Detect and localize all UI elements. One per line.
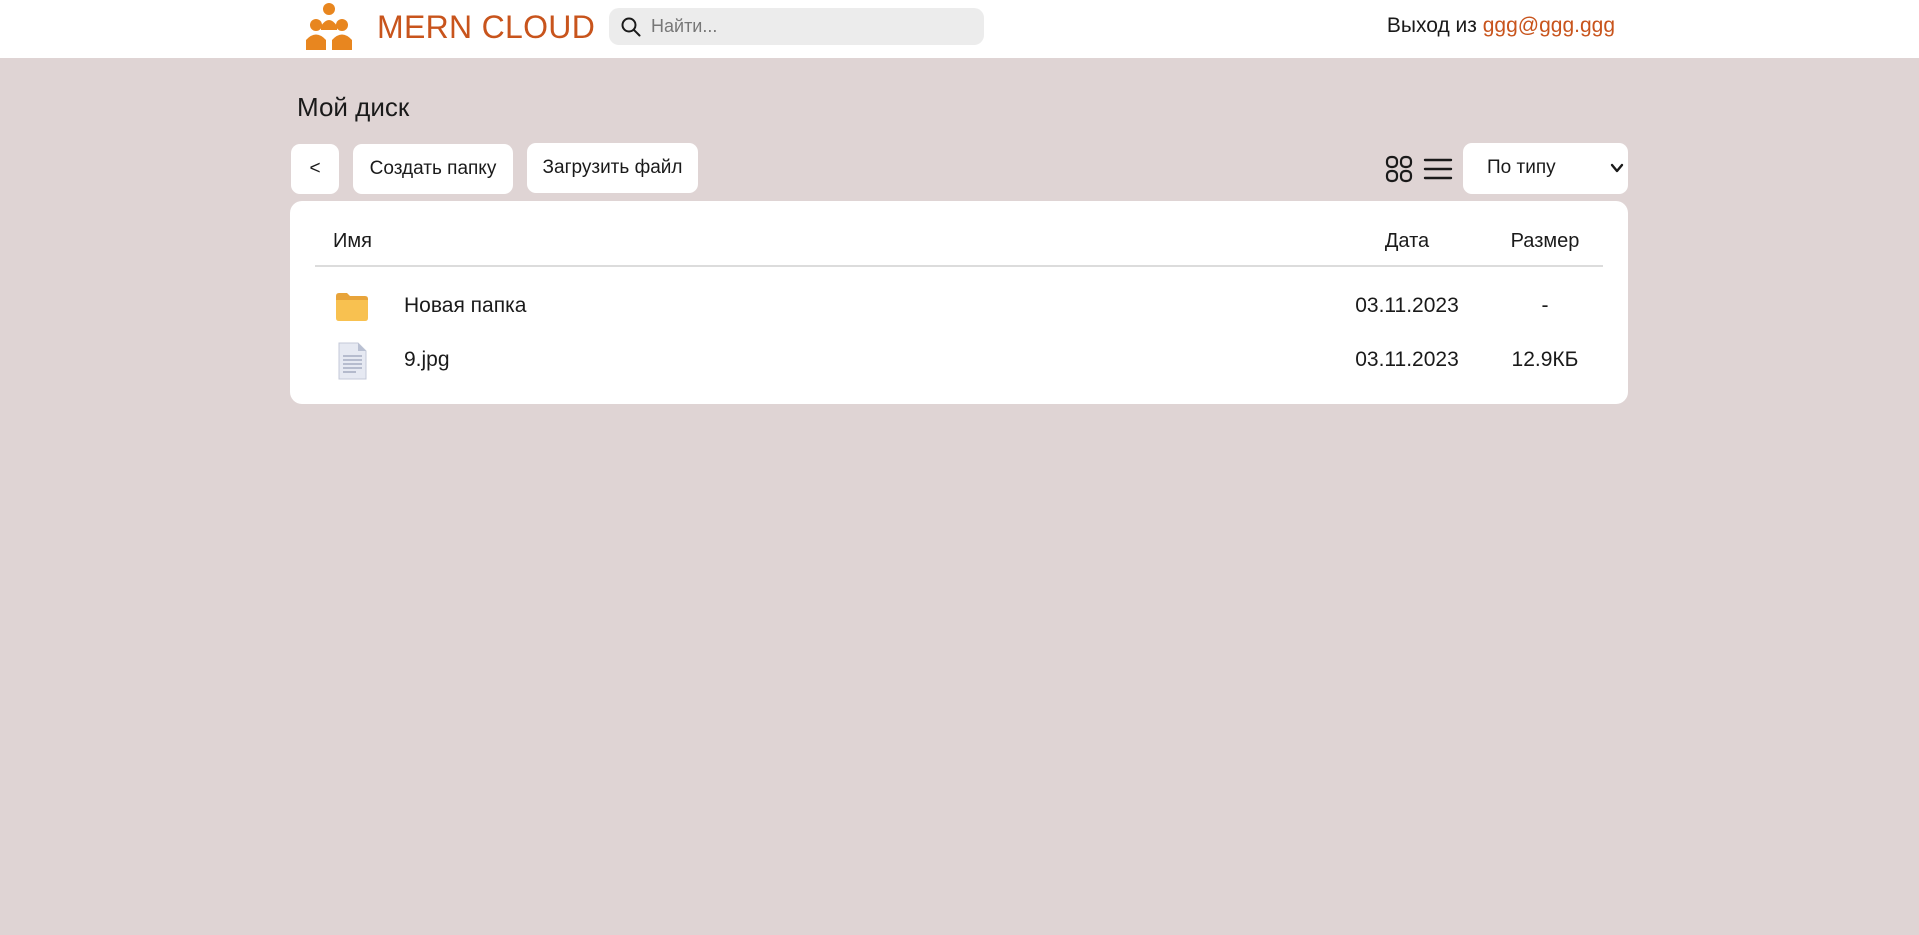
app-title[interactable]: MERN CLOUD xyxy=(377,9,595,46)
list-view-icon[interactable] xyxy=(1423,155,1453,183)
column-header-date: Дата xyxy=(1384,230,1430,252)
back-button[interactable]: < xyxy=(291,144,339,194)
column-header-size: Размер xyxy=(1510,230,1580,252)
folder-icon xyxy=(336,293,368,321)
logout-label: Выход из xyxy=(1386,14,1477,37)
file-list-header: Имя Дата Размер xyxy=(315,223,1603,267)
chevron-down-icon xyxy=(1610,163,1624,173)
search-input[interactable] xyxy=(651,8,971,45)
grid-view-icon[interactable] xyxy=(1384,154,1414,184)
file-date: 03.11.2023 xyxy=(1355,294,1459,317)
logo-icon[interactable] xyxy=(304,2,354,52)
file-icon xyxy=(338,342,367,380)
search-box[interactable] xyxy=(609,8,984,45)
file-list-panel: Имя Дата Размер Новая папка 03.11.2023 -… xyxy=(290,201,1628,404)
file-size: 12.9КБ xyxy=(1511,348,1579,371)
file-row[interactable]: Новая папка 03.11.2023 - xyxy=(315,278,1603,332)
user-email[interactable]: ggg@ggg.ggg xyxy=(1483,14,1615,37)
upload-file-button[interactable]: Загрузить файл xyxy=(527,143,698,193)
file-name: 9.jpg xyxy=(404,348,450,371)
page-title: Мой диск xyxy=(297,92,410,122)
top-navbar: MERN CLOUD Выход из ggg@ggg.ggg xyxy=(0,0,1919,58)
create-folder-button[interactable]: Создать папку xyxy=(353,144,513,194)
search-icon xyxy=(621,17,641,37)
column-header-name: Имя xyxy=(333,230,372,252)
logout-link[interactable]: Выход из ggg@ggg.ggg xyxy=(1387,14,1615,38)
file-row[interactable]: 9.jpg 03.11.2023 12.9КБ xyxy=(315,332,1603,386)
file-name: Новая папка xyxy=(404,294,527,317)
sort-selected-value: По типу xyxy=(1487,157,1556,178)
file-date: 03.11.2023 xyxy=(1355,348,1459,371)
sort-select[interactable]: По типу xyxy=(1463,143,1628,194)
file-size: - xyxy=(1541,294,1549,317)
